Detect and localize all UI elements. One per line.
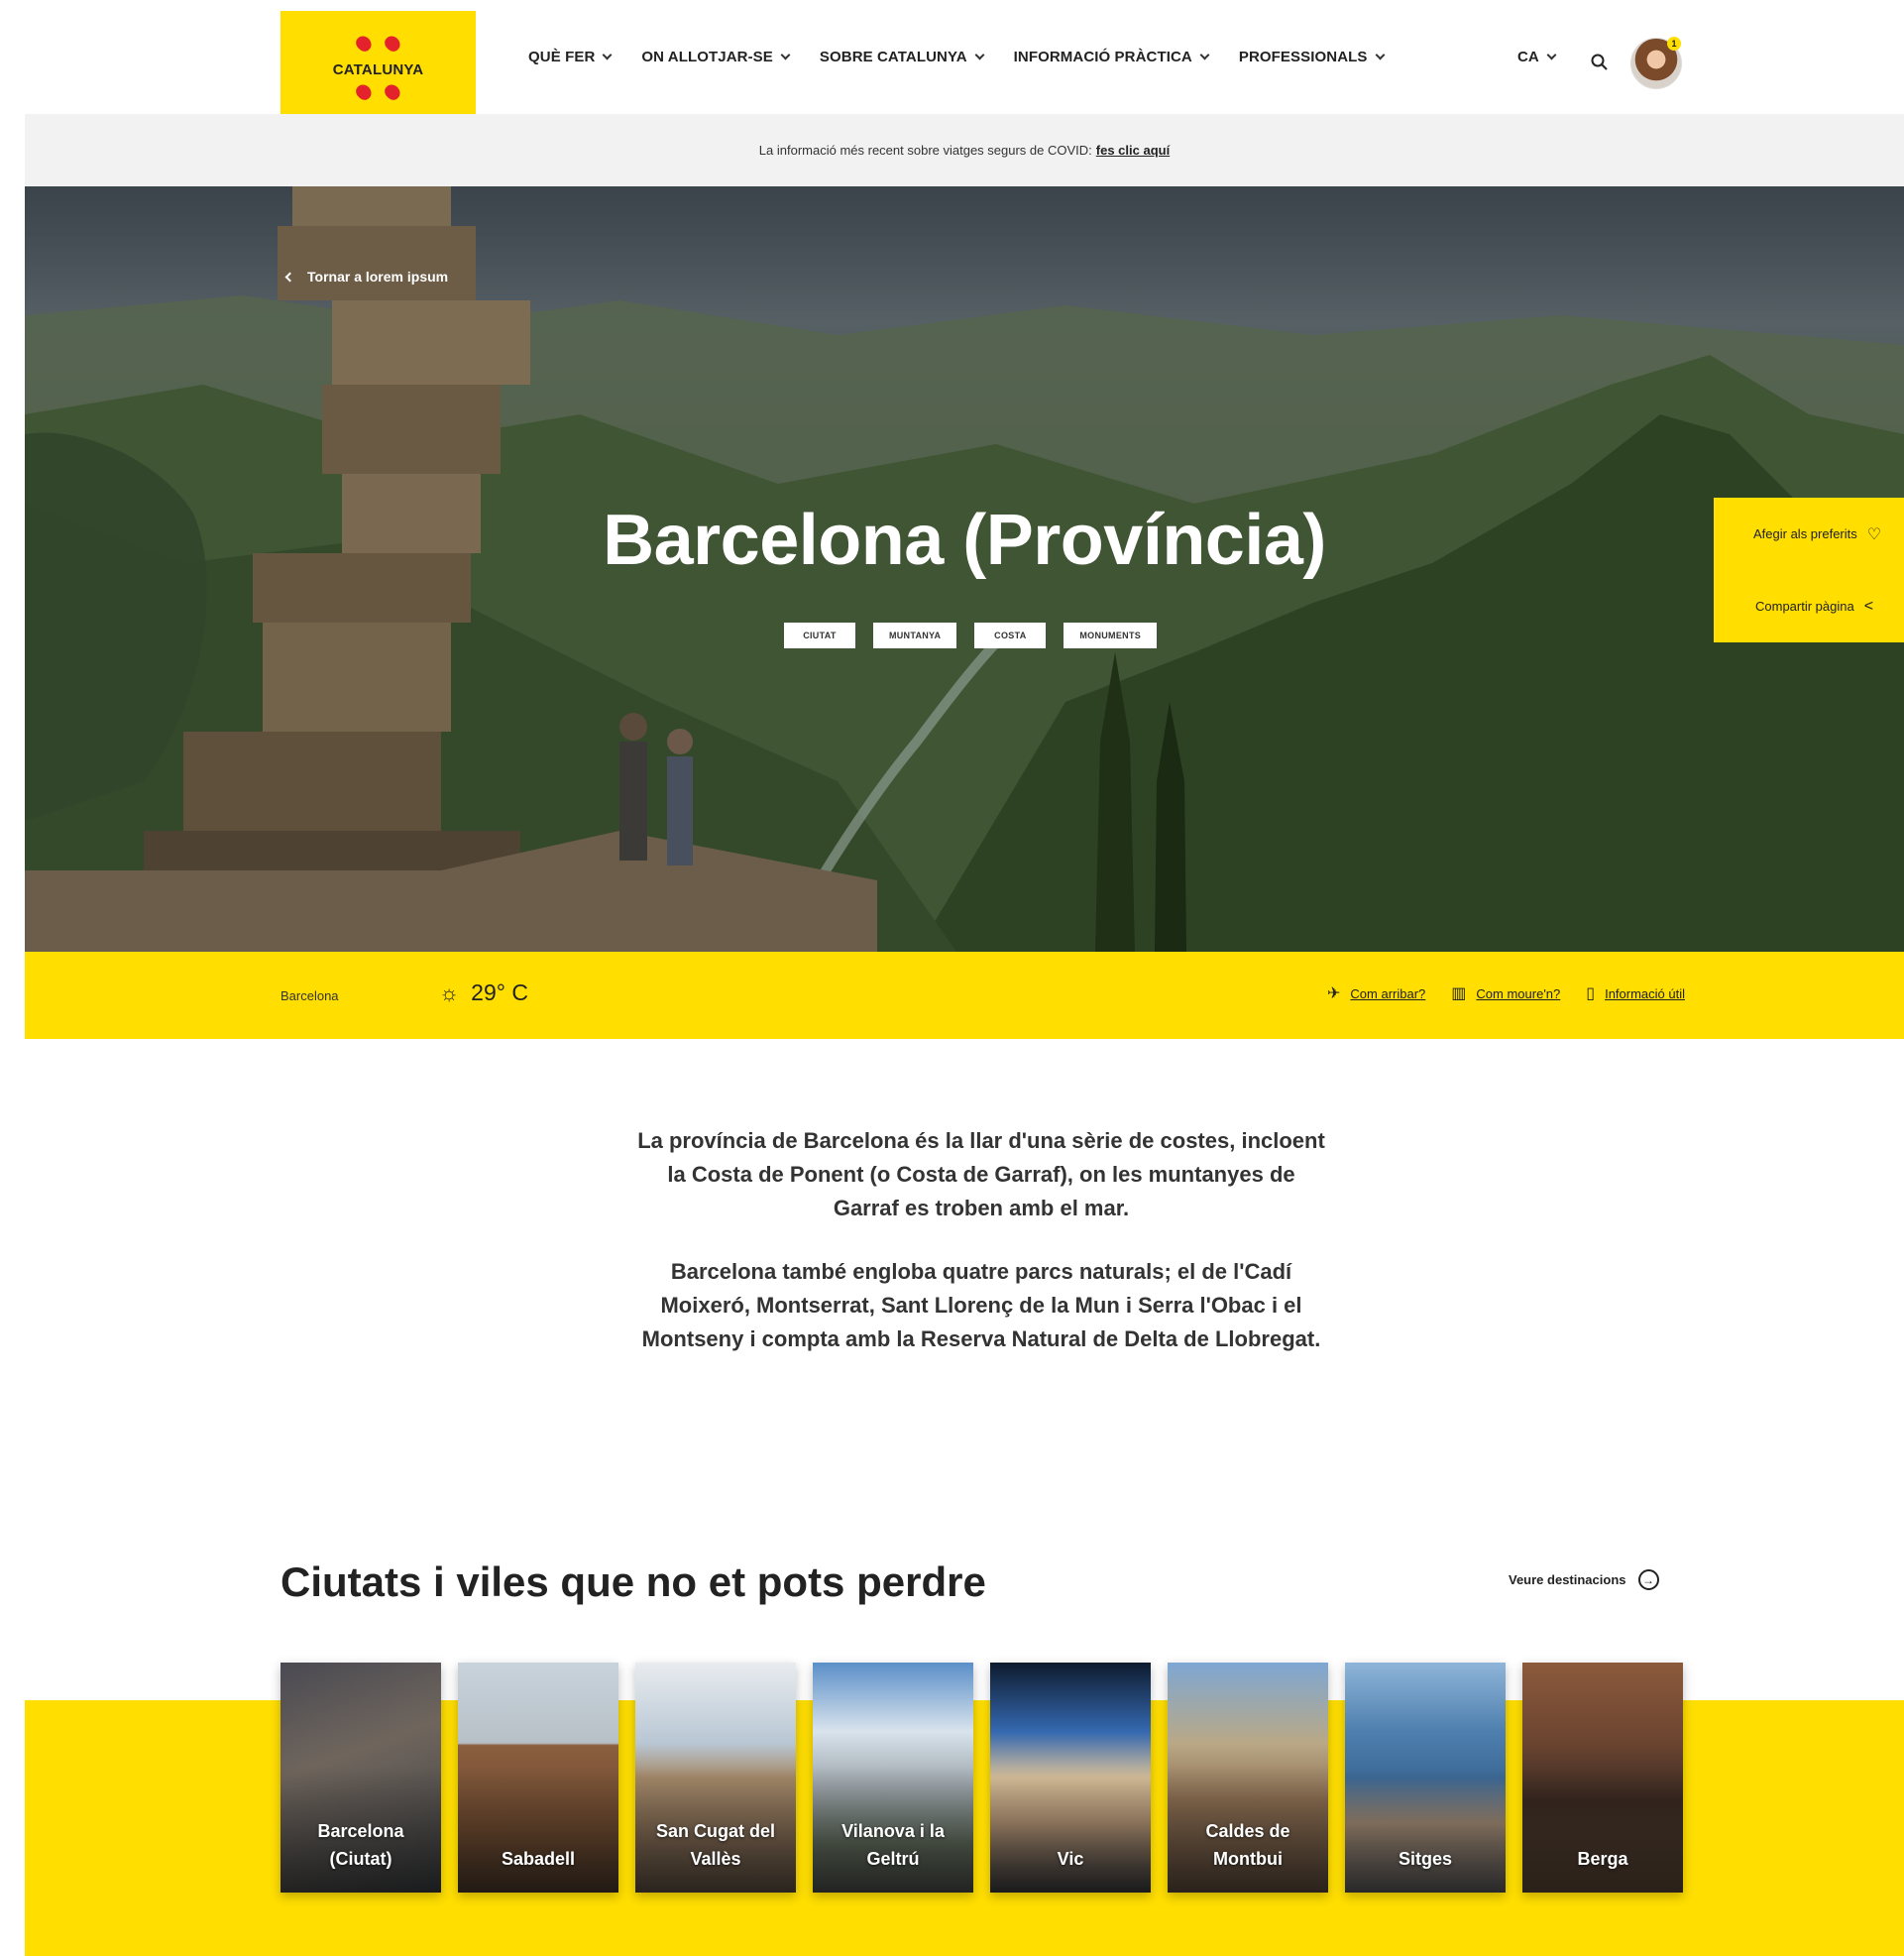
covid-notice-bar: La informació més recent sobre viatges s…	[25, 114, 1904, 186]
city-card-name: Sabadell	[501, 1849, 576, 1869]
heart-icon: ♡	[1866, 525, 1882, 543]
chevron-down-icon	[1375, 50, 1385, 60]
chevron-down-icon	[602, 50, 613, 60]
language-selector[interactable]: CA	[1517, 0, 1557, 114]
nav-item-label: QUÈ FER	[528, 49, 596, 65]
tag-monuments[interactable]: MONUMENTS	[1064, 623, 1158, 648]
tag-muntanya[interactable]: MUNTANYA	[872, 623, 957, 648]
how-to-arrive-label: Com arribar?	[1350, 985, 1426, 1001]
language-label: CA	[1517, 49, 1539, 65]
city-card-sabadell[interactable]: Sabadell	[458, 1663, 618, 1893]
city-card-sitges[interactable]: Sitges	[1345, 1663, 1506, 1893]
back-link[interactable]: Tornar a lorem ipsum	[284, 269, 449, 285]
covid-notice-link[interactable]: fes clic aquí	[1096, 143, 1170, 158]
logo-wordmark: CATALUNYA	[332, 61, 424, 78]
nav-item-informacio-practica[interactable]: INFORMACIÓ PRÀCTICA	[1013, 49, 1210, 65]
chevron-down-icon	[780, 50, 791, 60]
city-card-berga[interactable]: Berga	[1522, 1663, 1683, 1893]
arrow-right-circle-icon: →	[1637, 1569, 1659, 1590]
hero-banner: Tornar a lorem ipsum Barcelona (Provínci…	[25, 186, 1904, 952]
useful-info-link[interactable]: ▯ Informació útil	[1586, 983, 1685, 1003]
city-card-name: Barcelona (Ciutat)	[317, 1821, 404, 1869]
practical-links: ✈ Com arribar? ▥ Com moure'n? ▯ Informac…	[1327, 983, 1685, 1003]
city-card-sant-cugat[interactable]: San Cugat del Vallès	[635, 1663, 796, 1893]
city-cards: Barcelona (Ciutat) Sabadell San Cugat de…	[280, 1663, 1683, 1893]
main-nav: QUÈ FER ON ALLOTJAR-SE SOBRE CATALUNYA I…	[528, 0, 1414, 114]
city-card-vilanova[interactable]: Vilanova i la Geltrú	[813, 1663, 973, 1893]
intro-paragraph: La província de Barcelona és la llar d'u…	[637, 1128, 1325, 1220]
nav-item-label: SOBRE CATALUNYA	[819, 49, 967, 65]
nav-item-professionals[interactable]: PROFESSIONALS	[1238, 49, 1385, 65]
intro-text: La província de Barcelona és la llar d'u…	[634, 1124, 1328, 1356]
hero-side-actions: Afegir als preferits ♡ Compartir pàgina …	[1714, 498, 1904, 642]
site-header: CATALUNYA QUÈ FER ON ALLOTJAR-SE SOBRE C…	[0, 0, 1904, 114]
temperature-value: 29° C	[471, 979, 528, 1005]
back-link-label: Tornar a lorem ipsum	[307, 269, 449, 285]
plane-icon: ✈	[1327, 985, 1341, 1002]
see-destinations-label: Veure destinacions	[1509, 1572, 1626, 1587]
section-title: Ciutats i viles que no et pots perdre	[280, 1558, 986, 1605]
destination-info-bar: Barcelona ☼ 29° C ✈ Com arribar? ▥ Com m…	[25, 952, 1904, 1039]
share-icon: <	[1863, 597, 1874, 615]
nav-item-sobre-catalunya[interactable]: SOBRE CATALUNYA	[819, 49, 985, 65]
city-card-barcelona[interactable]: Barcelona (Ciutat)	[280, 1663, 441, 1893]
hero-tags: CIUTAT MUNTANYA COSTA MONUMENTS	[25, 623, 1904, 648]
weather-widget: ☼ 29° C	[439, 979, 528, 1006]
tag-ciutat[interactable]: CIUTAT	[783, 623, 855, 648]
nav-item-label: INFORMACIÓ PRÀCTICA	[1013, 49, 1192, 65]
how-to-move-label: Com moure'n?	[1476, 985, 1561, 1001]
chevron-down-icon	[1199, 50, 1210, 60]
map-icon: ▥	[1451, 985, 1467, 1002]
page-title: Barcelona (Província)	[603, 501, 1326, 580]
add-to-favorites-label: Afegir als preferits	[1753, 526, 1857, 541]
useful-info-label: Informació útil	[1605, 985, 1685, 1001]
notification-badge: 1	[1667, 37, 1681, 51]
tag-costa[interactable]: COSTA	[974, 623, 1047, 648]
search-icon[interactable]	[1591, 54, 1608, 70]
city-card-name: Caldes de Montbui	[1205, 1821, 1290, 1869]
nav-item-on-allotjar-se[interactable]: ON ALLOTJAR-SE	[641, 49, 791, 65]
sun-icon: ☼	[439, 979, 460, 1005]
city-card-name: Sitges	[1398, 1849, 1453, 1869]
chevron-down-icon	[1546, 50, 1557, 60]
nav-item-que-fer[interactable]: QUÈ FER	[528, 49, 613, 65]
weather-city: Barcelona	[280, 988, 339, 1003]
city-card-vic[interactable]: Vic	[990, 1663, 1151, 1893]
intro-paragraph: Barcelona també engloba quatre parcs nat…	[641, 1259, 1321, 1351]
nav-item-label: PROFESSIONALS	[1238, 49, 1368, 65]
city-card-name: Berga	[1577, 1849, 1628, 1869]
share-page-label: Compartir pàgina	[1755, 599, 1854, 614]
catalunya-logo[interactable]: CATALUNYA	[280, 11, 476, 114]
city-card-name: Vilanova i la Geltrú	[841, 1821, 945, 1869]
add-to-favorites-button[interactable]: Afegir als preferits ♡	[1714, 498, 1904, 570]
how-to-arrive-link[interactable]: ✈ Com arribar?	[1327, 983, 1425, 1003]
tablet-icon: ▯	[1586, 985, 1596, 1002]
share-page-button[interactable]: Compartir pàgina <	[1714, 570, 1904, 642]
chevron-down-icon	[974, 50, 985, 60]
city-card-name: San Cugat del Vallès	[655, 1821, 775, 1869]
covid-notice-text: La informació més recent sobre viatges s…	[758, 143, 1092, 158]
how-to-move-link[interactable]: ▥ Com moure'n?	[1451, 983, 1560, 1003]
city-card-name: Vic	[1057, 1849, 1084, 1869]
city-card-caldes-de-montbui[interactable]: Caldes de Montbui	[1168, 1663, 1328, 1893]
see-destinations-link[interactable]: Veure destinacions →	[1509, 1569, 1659, 1590]
nav-item-label: ON ALLOTJAR-SE	[641, 49, 773, 65]
chevron-left-icon	[284, 272, 295, 282]
